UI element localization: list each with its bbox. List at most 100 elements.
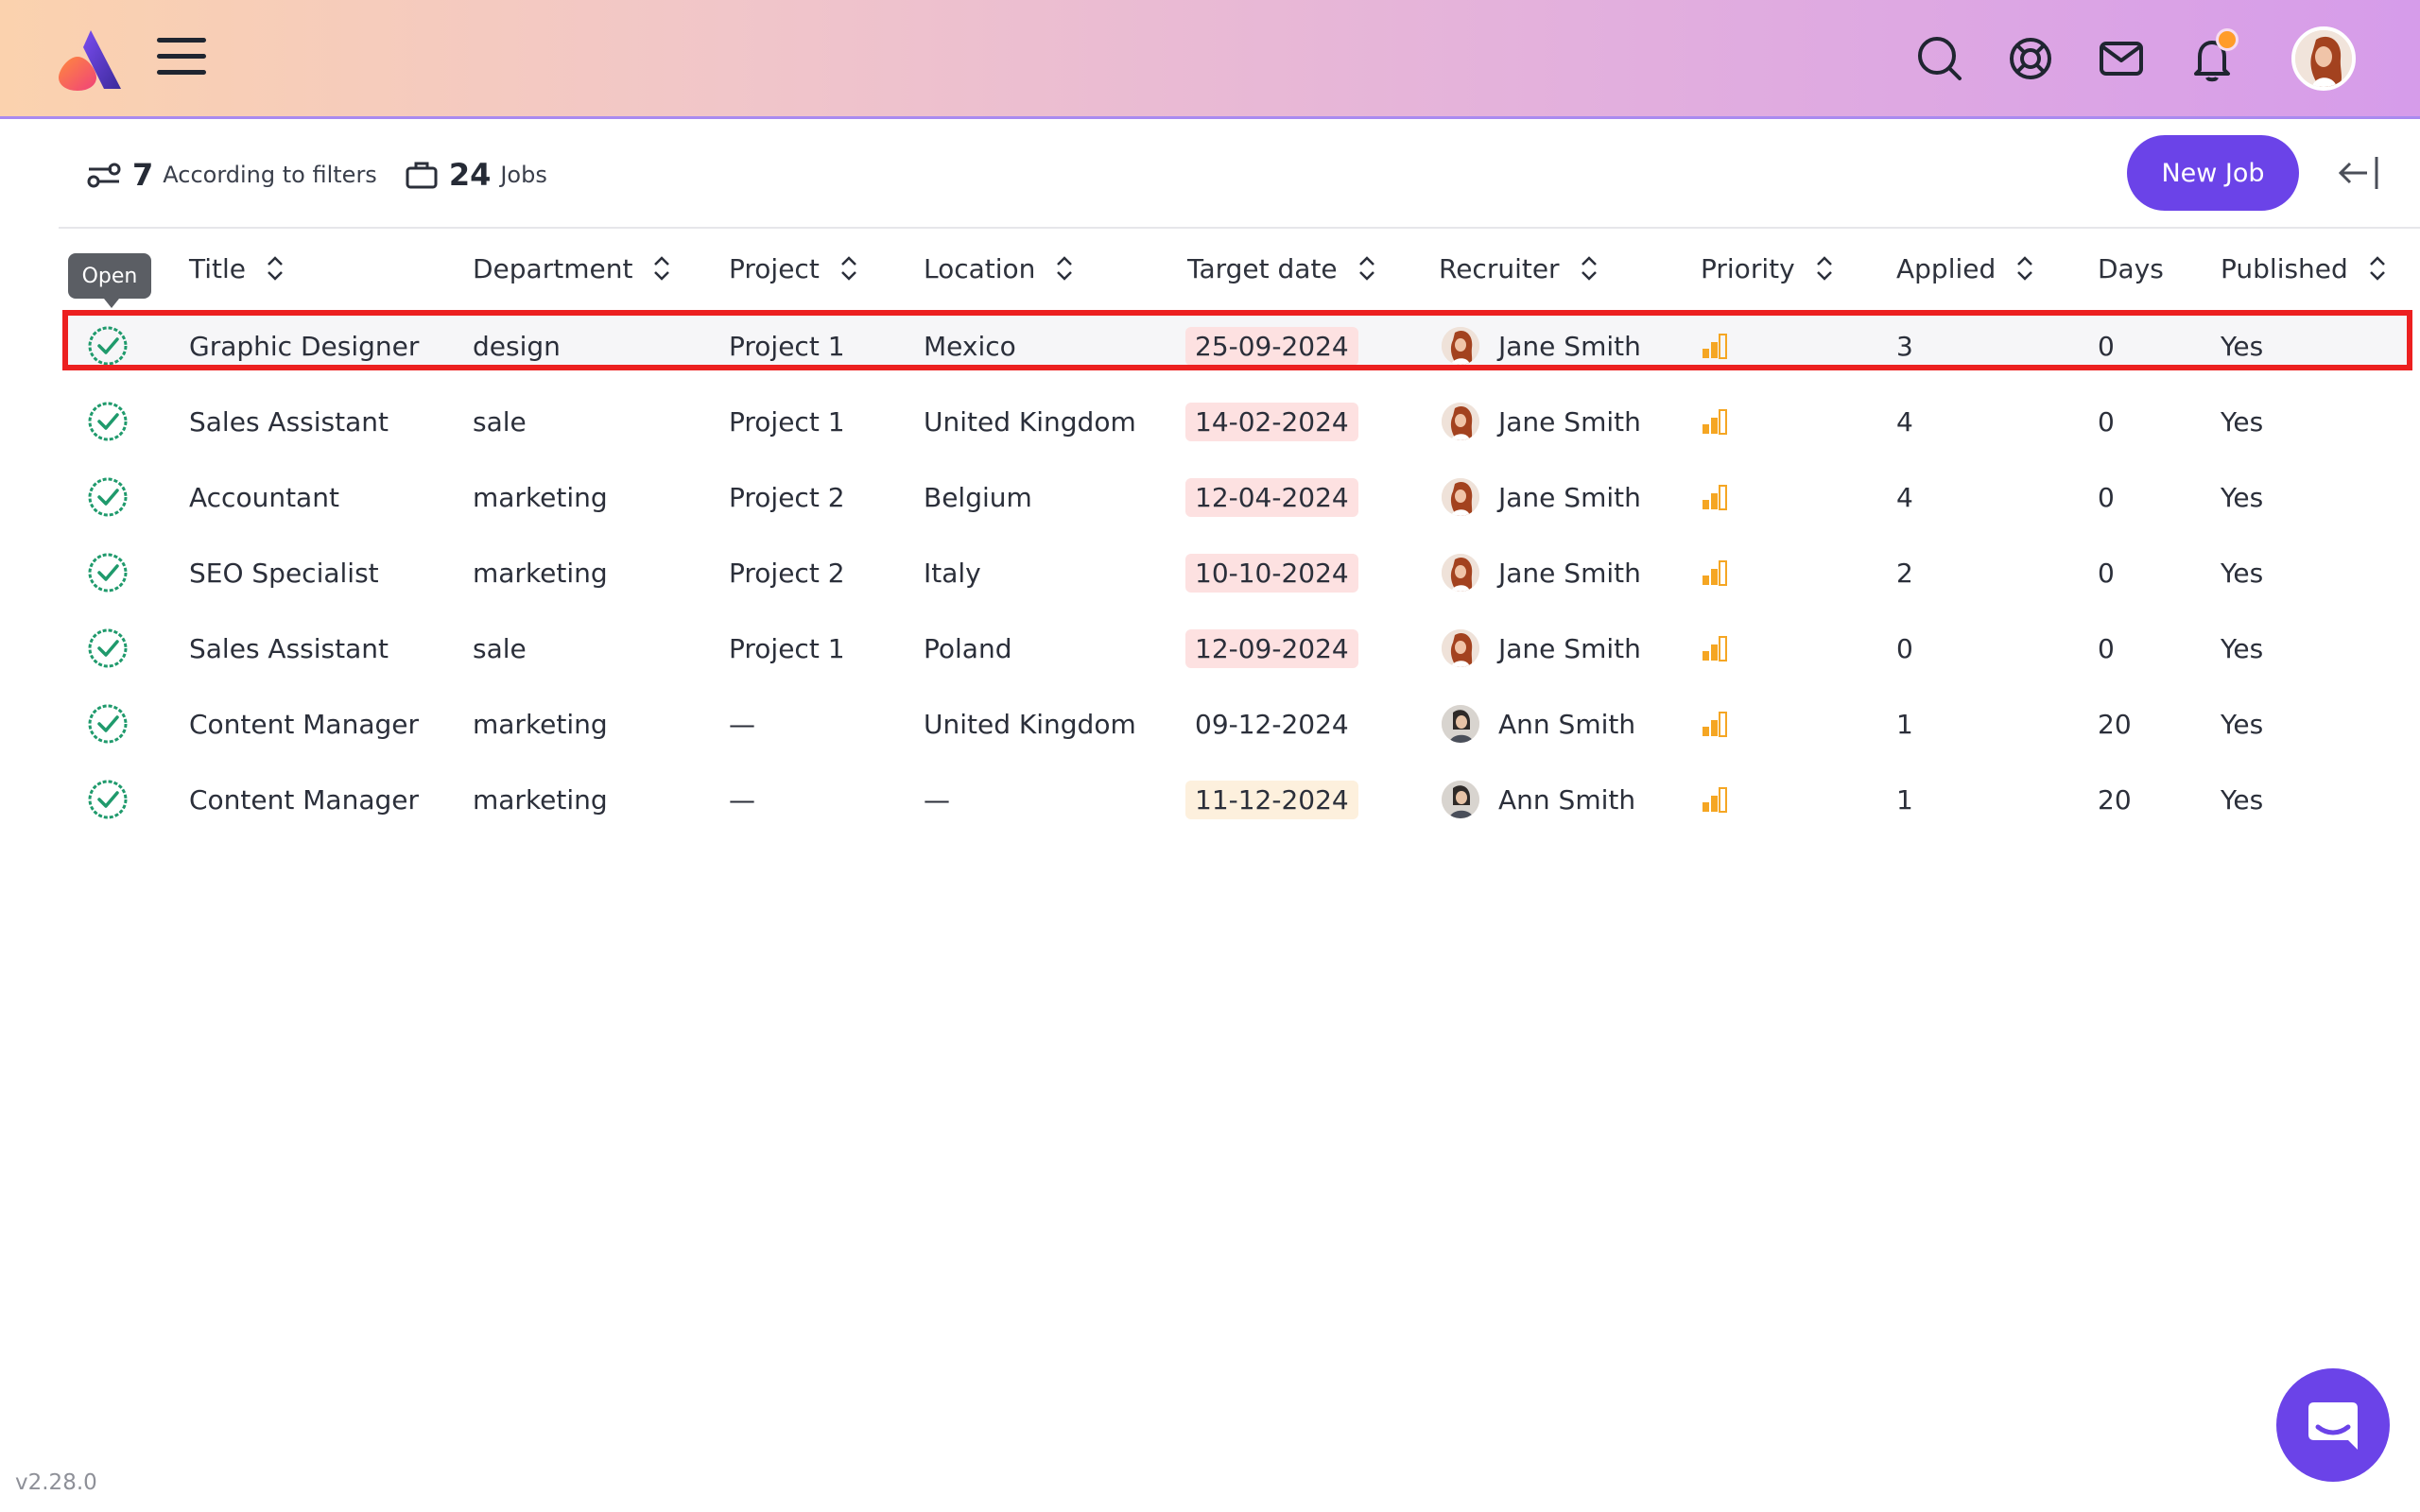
sort-icon[interactable] (265, 253, 285, 284)
column-header-applied[interactable]: Applied (1896, 229, 2035, 308)
cell-title[interactable]: Accountant (189, 459, 339, 535)
status-cell[interactable] (87, 535, 129, 610)
hamburger-menu-icon[interactable] (157, 38, 206, 77)
column-header-location[interactable]: Location (924, 229, 1075, 308)
priority-bars-icon (1703, 787, 1727, 813)
cell-target-date: 12-09-2024 (1185, 610, 1358, 686)
cell-title[interactable]: SEO Specialist (189, 535, 379, 610)
cell-title[interactable]: Graphic Designer (189, 308, 419, 384)
status-cell[interactable] (87, 610, 129, 686)
cell-location: United Kingdom (924, 708, 1136, 740)
filters-count: 7 (132, 157, 154, 193)
cell-priority (1701, 308, 1729, 384)
recruiter-name: Jane Smith (1498, 481, 1641, 513)
cell-recruiter: Jane Smith (1442, 384, 1641, 459)
priority-bars-icon (1703, 485, 1727, 510)
column-header-title[interactable]: Title (189, 229, 285, 308)
open-status-check-icon[interactable] (87, 779, 129, 820)
column-header-target-date[interactable]: Target date (1187, 229, 1377, 308)
table-row[interactable]: Content Manager marketing — — 11-12-2024 Ann … (0, 762, 2420, 837)
sort-icon[interactable] (1814, 253, 1835, 284)
sort-icon[interactable] (2367, 253, 2388, 284)
cell-recruiter: Ann Smith (1442, 762, 1635, 837)
cell-applied: 4 (1896, 481, 1913, 513)
search-icon[interactable] (1915, 34, 1964, 83)
recruiter-name: Ann Smith (1498, 783, 1636, 816)
cell-title[interactable]: Sales Assistant (189, 384, 389, 459)
filters-summary[interactable]: 7 According to filters (87, 157, 377, 193)
cell-published: Yes (2221, 481, 2264, 513)
open-status-check-icon[interactable] (87, 476, 129, 518)
table-row[interactable]: SEO Specialist marketing Project 2 Italy 10-… (0, 535, 2420, 610)
column-header-department[interactable]: Department (473, 229, 672, 308)
recruiter-name: Jane Smith (1498, 405, 1641, 438)
status-cell[interactable] (87, 686, 129, 762)
table-row[interactable]: Graphic Designer design Project 1 Mexico 25-… (0, 308, 2420, 384)
filters-label: According to filters (163, 162, 377, 188)
column-header-recruiter[interactable]: Recruiter (1439, 229, 1599, 308)
cell-applied: 1 (1896, 783, 1913, 816)
sort-icon[interactable] (838, 253, 859, 284)
sort-icon[interactable] (1579, 253, 1599, 284)
cell-target-date: 10-10-2024 (1185, 535, 1358, 610)
cell-department: sale (473, 405, 527, 438)
recruiter-name: Ann Smith (1498, 708, 1636, 740)
target-date-badge: 11-12-2024 (1185, 780, 1358, 819)
priority-bars-icon (1703, 636, 1727, 662)
cell-title[interactable]: Content Manager (189, 686, 419, 762)
column-header-label: Recruiter (1439, 252, 1560, 284)
status-cell[interactable] (87, 762, 129, 837)
cell-published: Yes (2221, 708, 2264, 740)
cell-department: sale (473, 632, 527, 664)
help-lifebuoy-icon[interactable] (2006, 34, 2055, 83)
cell-priority (1701, 459, 1729, 535)
open-status-check-icon[interactable] (87, 703, 129, 745)
sort-icon[interactable] (2014, 253, 2035, 284)
logo-icon[interactable] (55, 28, 130, 93)
cell-title[interactable]: Content Manager (189, 762, 419, 837)
target-date-badge: 12-09-2024 (1185, 628, 1358, 668)
column-header-published[interactable]: Published (2221, 229, 2388, 308)
cell-applied: 1 (1896, 708, 1913, 740)
cell-target-date: 25-09-2024 (1185, 308, 1358, 384)
sort-icon[interactable] (651, 253, 672, 284)
priority-bars-icon (1703, 560, 1727, 586)
cell-priority (1701, 384, 1729, 459)
jobs-toolbar: 7 According to filters 24 Jobs (87, 151, 576, 198)
new-job-button[interactable]: New Job (2127, 135, 2299, 211)
table-row[interactable]: Sales Assistant sale Project 1 Poland 12-09-… (0, 610, 2420, 686)
target-date-badge: 10-10-2024 (1185, 553, 1358, 593)
cell-location: Mexico (924, 330, 1016, 362)
status-cell[interactable] (87, 308, 129, 384)
filter-sliders-icon (87, 163, 121, 188)
cell-days: 20 (2098, 708, 2132, 740)
recruiter-avatar (1442, 629, 1479, 667)
open-status-check-icon[interactable] (87, 325, 129, 367)
column-header-project[interactable]: Project (729, 229, 859, 308)
table-row[interactable]: Sales Assistant sale Project 1 United Kingd… (0, 384, 2420, 459)
open-status-check-icon[interactable] (87, 552, 129, 593)
cell-recruiter: Jane Smith (1442, 610, 1641, 686)
mail-icon[interactable] (2097, 34, 2146, 83)
open-status-check-icon[interactable] (87, 401, 129, 442)
sort-icon[interactable] (1357, 253, 1377, 284)
table-row[interactable]: Accountant marketing Project 2 Belgium 12-04… (0, 459, 2420, 535)
cell-project: Project 2 (729, 481, 845, 513)
chat-support-button[interactable] (2276, 1368, 2390, 1482)
cell-applied: 2 (1896, 557, 1913, 589)
jobs-count: 24 (448, 157, 492, 193)
open-status-check-icon[interactable] (87, 627, 129, 669)
column-header-priority[interactable]: Priority (1701, 229, 1835, 308)
status-cell[interactable] (87, 459, 129, 535)
cell-priority (1701, 686, 1729, 762)
table-row[interactable]: Content Manager marketing — United Kingdom 0… (0, 686, 2420, 762)
collapse-panel-icon[interactable] (2335, 151, 2382, 195)
profile-avatar[interactable] (2291, 26, 2356, 91)
profile-photo-icon (2295, 30, 2352, 87)
sort-icon[interactable] (1054, 253, 1075, 284)
cell-title[interactable]: Sales Assistant (189, 610, 389, 686)
cell-location: Italy (924, 557, 981, 589)
recruiter-avatar (1442, 554, 1479, 592)
recruiter-avatar (1442, 705, 1479, 743)
status-cell[interactable] (87, 384, 129, 459)
